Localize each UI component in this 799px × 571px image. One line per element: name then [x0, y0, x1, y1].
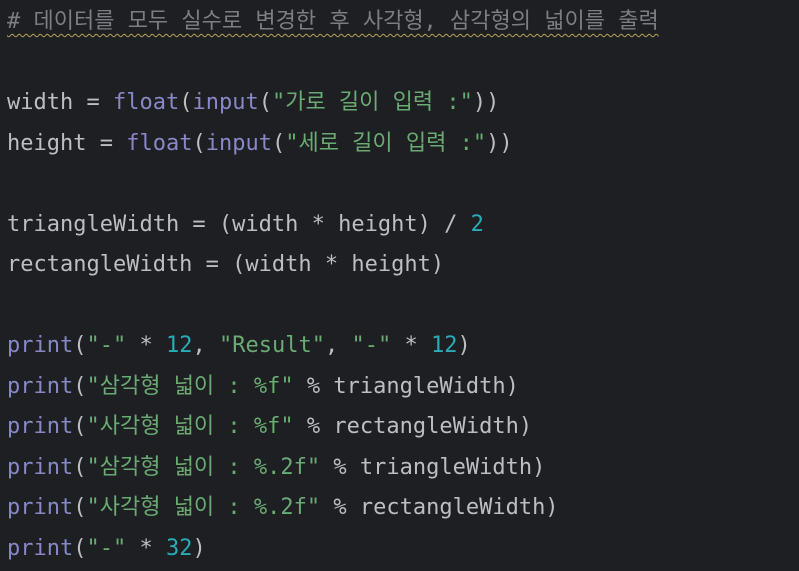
comma: , [324, 333, 352, 358]
code-line-13[interactable]: print("사각형 넓이 : %.2f" % rectangleWidth) [7, 488, 799, 529]
code-line-2[interactable] [7, 43, 799, 84]
builtin-print: print [7, 333, 74, 358]
string-literal: "세로 길이 입력 :" [285, 130, 487, 156]
string-literal: "삼각형 넓이 : %f" [86, 373, 294, 399]
string-literal: "Result" [218, 333, 325, 358]
comma: , [192, 333, 219, 358]
builtin-float: float [126, 130, 193, 156]
string-literal: "가로 길이 입력 :" [271, 90, 473, 115]
string-literal: "-" [351, 333, 392, 358]
builtin-print: print [7, 495, 74, 520]
paren: ( [73, 333, 87, 358]
builtin-print: print [7, 414, 74, 439]
string-literal: "사각형 넓이 : %.2f" [86, 495, 321, 520]
paren: ( [73, 495, 87, 520]
expression: % rectangleWidth) [320, 495, 559, 520]
comment: # 데이터를 모두 실수로 변경한 후 사각형, 삼각형의 넓이를 출력 [7, 9, 659, 34]
paren: )) [486, 130, 513, 156]
code-line-9[interactable]: print("-" * 12, "Result", "-" * 12) [7, 326, 799, 367]
builtin-float: float [112, 90, 180, 115]
code-line-10[interactable]: print("삼각형 넓이 : %f" % triangleWidth) [7, 367, 799, 408]
string-literal: "삼각형 넓이 : %.2f" [86, 454, 321, 480]
number-literal: 32 [165, 535, 193, 561]
code-line-7[interactable]: rectangleWidth = (width * height) [7, 245, 799, 286]
builtin-input: input [192, 90, 259, 115]
string-literal: "사각형 넓이 : %f" [86, 414, 294, 439]
assign-operator: = [73, 90, 113, 115]
number-literal: 12 [430, 333, 458, 358]
paren: ) [192, 535, 206, 561]
code-line-4[interactable]: height = float(input("세로 길이 입력 :")) [7, 124, 799, 165]
number-literal: 12 [165, 333, 193, 358]
paren: ( [73, 414, 87, 439]
paren: ( [73, 535, 87, 561]
code-line-8[interactable] [7, 286, 799, 327]
paren: ( [73, 454, 87, 480]
paren: ( [271, 130, 286, 156]
expression: % triangleWidth) [293, 373, 519, 399]
number-literal: 2 [470, 211, 484, 237]
assign-operator: = [86, 130, 127, 156]
code-line-12[interactable]: print("삼각형 넓이 : %.2f" % triangleWidth) [7, 448, 799, 489]
builtin-print: print [7, 454, 74, 480]
variable-width: width [7, 90, 74, 115]
string-literal: "-" [86, 333, 127, 358]
paren: ( [179, 90, 193, 115]
builtin-print: print [7, 373, 74, 399]
paren: )) [472, 90, 500, 115]
builtin-print: print [7, 535, 74, 561]
expression: triangleWidth = (width * height) / [7, 211, 471, 237]
variable-height: height [7, 130, 87, 156]
code-line-6[interactable]: triangleWidth = (width * height) / 2 [7, 205, 799, 246]
paren: ( [192, 130, 206, 156]
paren: ) [457, 333, 471, 358]
operator: * [126, 333, 166, 358]
code-line-11[interactable]: print("사각형 넓이 : %f" % rectangleWidth) [7, 407, 799, 448]
code-area[interactable]: # 데이터를 모두 실수로 변경한 후 사각형, 삼각형의 넓이를 출력 wid… [7, 2, 799, 569]
operator: * [391, 333, 431, 358]
expression: % rectangleWidth) [293, 414, 533, 439]
expression: % triangleWidth) [320, 454, 546, 480]
code-line-5[interactable] [7, 164, 799, 205]
code-editor[interactable]: # 데이터를 모두 실수로 변경한 후 사각형, 삼각형의 넓이를 출력 wid… [0, 0, 799, 571]
builtin-input: input [205, 130, 272, 156]
paren: ( [258, 90, 272, 115]
string-literal: "-" [86, 535, 127, 561]
code-line-1[interactable]: # 데이터를 모두 실수로 변경한 후 사각형, 삼각형의 넓이를 출력 [7, 2, 799, 43]
code-line-14[interactable]: print("-" * 32) [7, 529, 799, 570]
expression: rectangleWidth = (width * height) [7, 252, 445, 277]
code-line-3[interactable]: width = float(input("가로 길이 입력 :")) [7, 83, 799, 124]
operator: * [126, 535, 166, 561]
paren: ( [73, 373, 87, 399]
